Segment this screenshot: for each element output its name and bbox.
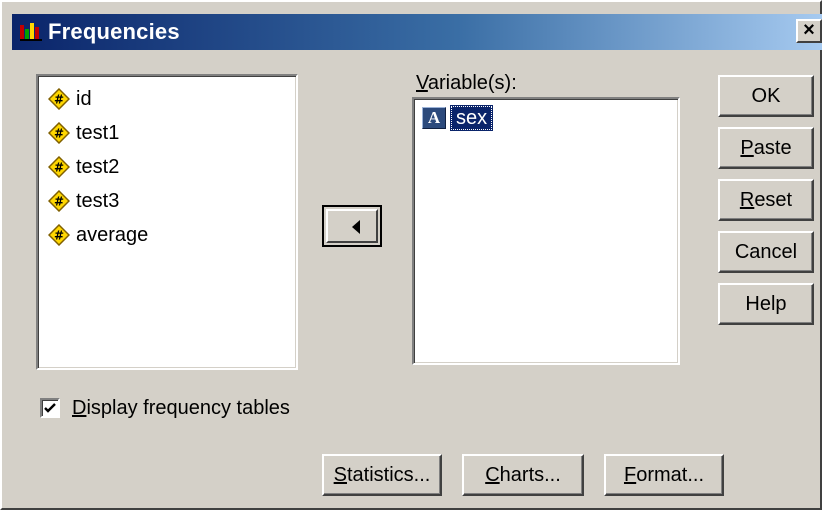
list-item-test3[interactable]: # test3 [48,186,119,216]
list-item-test1[interactable]: # test1 [48,118,119,148]
list-item-label: test3 [76,189,120,212]
svg-text:#: # [54,161,64,175]
target-variable-list[interactable]: A sex [412,97,680,365]
display-frequency-tables-label[interactable]: Display frequency tables [72,397,290,420]
close-icon: × [803,19,815,41]
numeric-variable-icon: # [48,190,70,212]
list-item-label: test1 [76,121,120,144]
cancel-button[interactable]: Cancel [718,231,814,273]
numeric-variable-icon: # [48,224,70,246]
variables-label: Variable(s): [416,72,517,94]
paste-button[interactable]: Paste [718,127,814,169]
help-button[interactable]: Help [718,283,814,325]
display-frequency-tables-checkbox[interactable] [40,398,60,418]
list-item-label: test2 [76,155,120,178]
list-item-sex[interactable]: A sex [422,103,494,133]
statistics-button[interactable]: Statistics... [322,454,442,496]
svg-text:#: # [54,229,64,243]
numeric-variable-icon: # [48,88,70,110]
numeric-variable-icon: # [48,122,70,144]
move-variable-button[interactable] [322,205,382,247]
format-button[interactable]: Format... [604,454,724,496]
charts-button[interactable]: Charts... [462,454,584,496]
title-bar[interactable]: Frequencies × [12,14,822,50]
arrow-left-icon [352,220,360,234]
list-item-average[interactable]: # average [48,220,148,250]
svg-text:#: # [54,93,64,107]
ok-button[interactable]: OK [718,75,814,117]
numeric-variable-icon: # [48,156,70,178]
list-item-label: average [76,223,149,246]
checkmark-icon [44,403,56,413]
window-title: Frequencies [48,19,180,44]
frequencies-dialog: Frequencies × # id # test1 # test2 # tes… [0,0,822,510]
string-variable-icon: A [422,107,446,129]
list-item-id[interactable]: # id [48,84,92,114]
list-item-label: sex [450,105,494,131]
app-icon [20,23,42,41]
svg-text:#: # [54,195,64,209]
reset-button[interactable]: Reset [718,179,814,221]
list-item-label: id [76,87,92,110]
svg-text:#: # [54,127,64,141]
close-button[interactable]: × [796,19,822,43]
source-variable-list[interactable]: # id # test1 # test2 # test3 # average [36,74,298,370]
list-item-test2[interactable]: # test2 [48,152,119,182]
